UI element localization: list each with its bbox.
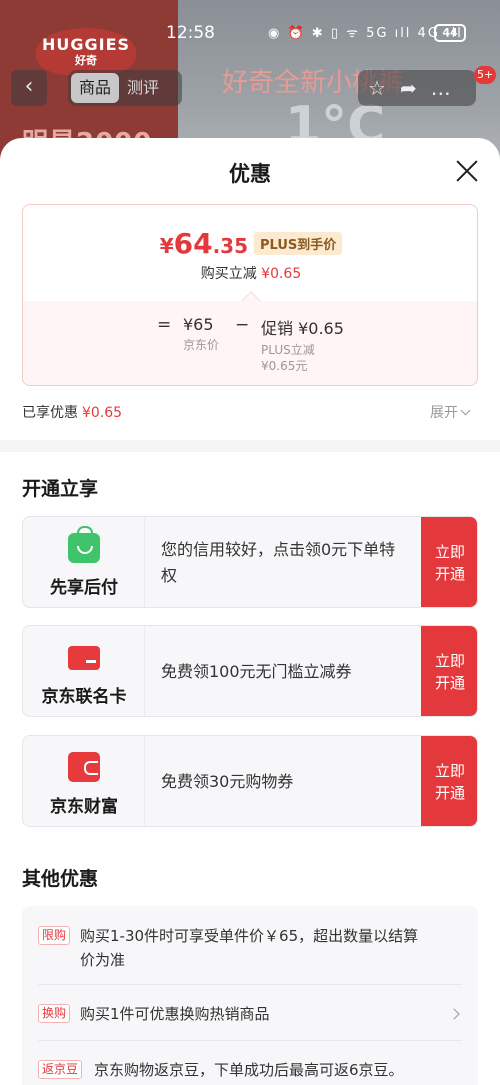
- chevron-right-icon: [448, 1008, 460, 1020]
- promo-item: 促销 ¥0.65 PLUS立减 ¥0.65元: [261, 319, 344, 373]
- close-icon[interactable]: [452, 156, 482, 186]
- discount-sheet: 优惠 ¥64.35 PLUS到手价 购买立减 ¥0.65 = ¥65 京东价 − …: [0, 138, 500, 1085]
- offer-name: 先享后付: [50, 578, 118, 598]
- final-price: ¥64.35: [159, 227, 249, 260]
- offer-desc: 免费领100元无门槛立减券: [161, 662, 352, 681]
- favorite-icon[interactable]: ☆: [368, 76, 400, 100]
- credit-card-icon: [68, 646, 100, 670]
- exchange-tag: 换购: [38, 1004, 71, 1023]
- nav-tabs: 商品 测评: [68, 70, 182, 106]
- open-now-button[interactable]: 立即开通: [421, 626, 477, 716]
- price-breakdown: = ¥65 京东价 − 促销 ¥0.65 PLUS立减 ¥0.65元: [23, 291, 477, 385]
- more-icon[interactable]: …: [431, 76, 465, 100]
- offer-name: 京东财富: [50, 797, 118, 817]
- price-summary: ¥64.35 PLUS到手价: [23, 205, 477, 301]
- status-time: 12:58: [166, 23, 215, 43]
- offer-name: 京东联名卡: [41, 687, 127, 707]
- shopping-bag-icon: [68, 526, 100, 563]
- wallet-icon: [68, 752, 100, 782]
- open-now-button[interactable]: 立即开通: [421, 736, 477, 826]
- offer-card-cobrand-card[interactable]: 京东联名卡 免费领100元无门槛立减券 立即开通: [22, 625, 478, 717]
- offer-desc: 免费领30元购物券: [161, 772, 294, 791]
- equals-sign: =: [157, 315, 172, 335]
- expand-button[interactable]: 展开: [430, 402, 471, 422]
- tab-review[interactable]: 测评: [119, 73, 167, 103]
- offer-desc: 您的信用较好，点击领0元下单特权: [161, 540, 396, 585]
- offer-card-pay-later[interactable]: 先享后付 您的信用较好，点击领0元下单特权 立即开通: [22, 516, 478, 608]
- battery-icon: 44: [434, 24, 466, 42]
- message-badge: 5+: [474, 66, 497, 84]
- other-offers-list: 限购 购买1-30件时可享受单件价￥65，超出数量以结算价为准 换购 购买1件可…: [22, 906, 478, 1085]
- product-nav-bar: ‹ 商品 测评 ☆➦… 5+: [0, 66, 500, 108]
- back-button[interactable]: ‹: [11, 70, 47, 106]
- open-section-title: 开通立享: [22, 478, 99, 500]
- nav-actions: ☆➦…: [358, 70, 476, 106]
- price-card: ¥64.35 PLUS到手价 购买立减 ¥0.65 = ¥65 京东价 − 促销 …: [22, 204, 478, 386]
- final-price-line: ¥64.35 PLUS到手价: [23, 227, 477, 260]
- jingdou-tag: 返京豆: [38, 1060, 83, 1079]
- reduce-line: 购买立减 ¥0.65: [200, 266, 302, 282]
- share-icon[interactable]: ➦: [400, 76, 431, 100]
- offer-card-jd-wealth[interactable]: 京东财富 免费领30元购物券 立即开通: [22, 735, 478, 827]
- jd-price-item: ¥65 京东价: [183, 315, 220, 352]
- minus-sign: −: [235, 315, 250, 335]
- list-divider: [38, 1040, 462, 1041]
- status-bar: 12:58 ◉ ⏰ ✱ ▯ ᯤ 5G ıll 4G ıll 44: [0, 18, 500, 50]
- sheet-title: 优惠: [229, 162, 271, 186]
- open-now-button[interactable]: 立即开通: [421, 517, 477, 607]
- other-section-title: 其他优惠: [22, 868, 99, 890]
- limit-tag: 限购: [38, 926, 71, 945]
- list-divider: [38, 984, 462, 985]
- enjoyed-discount: 已享优惠 ¥0.65: [22, 405, 123, 421]
- chevron-down-icon: [460, 405, 471, 416]
- tab-product[interactable]: 商品: [71, 73, 120, 103]
- section-divider: [0, 440, 500, 452]
- plus-price-tag: PLUS到手价: [254, 232, 343, 255]
